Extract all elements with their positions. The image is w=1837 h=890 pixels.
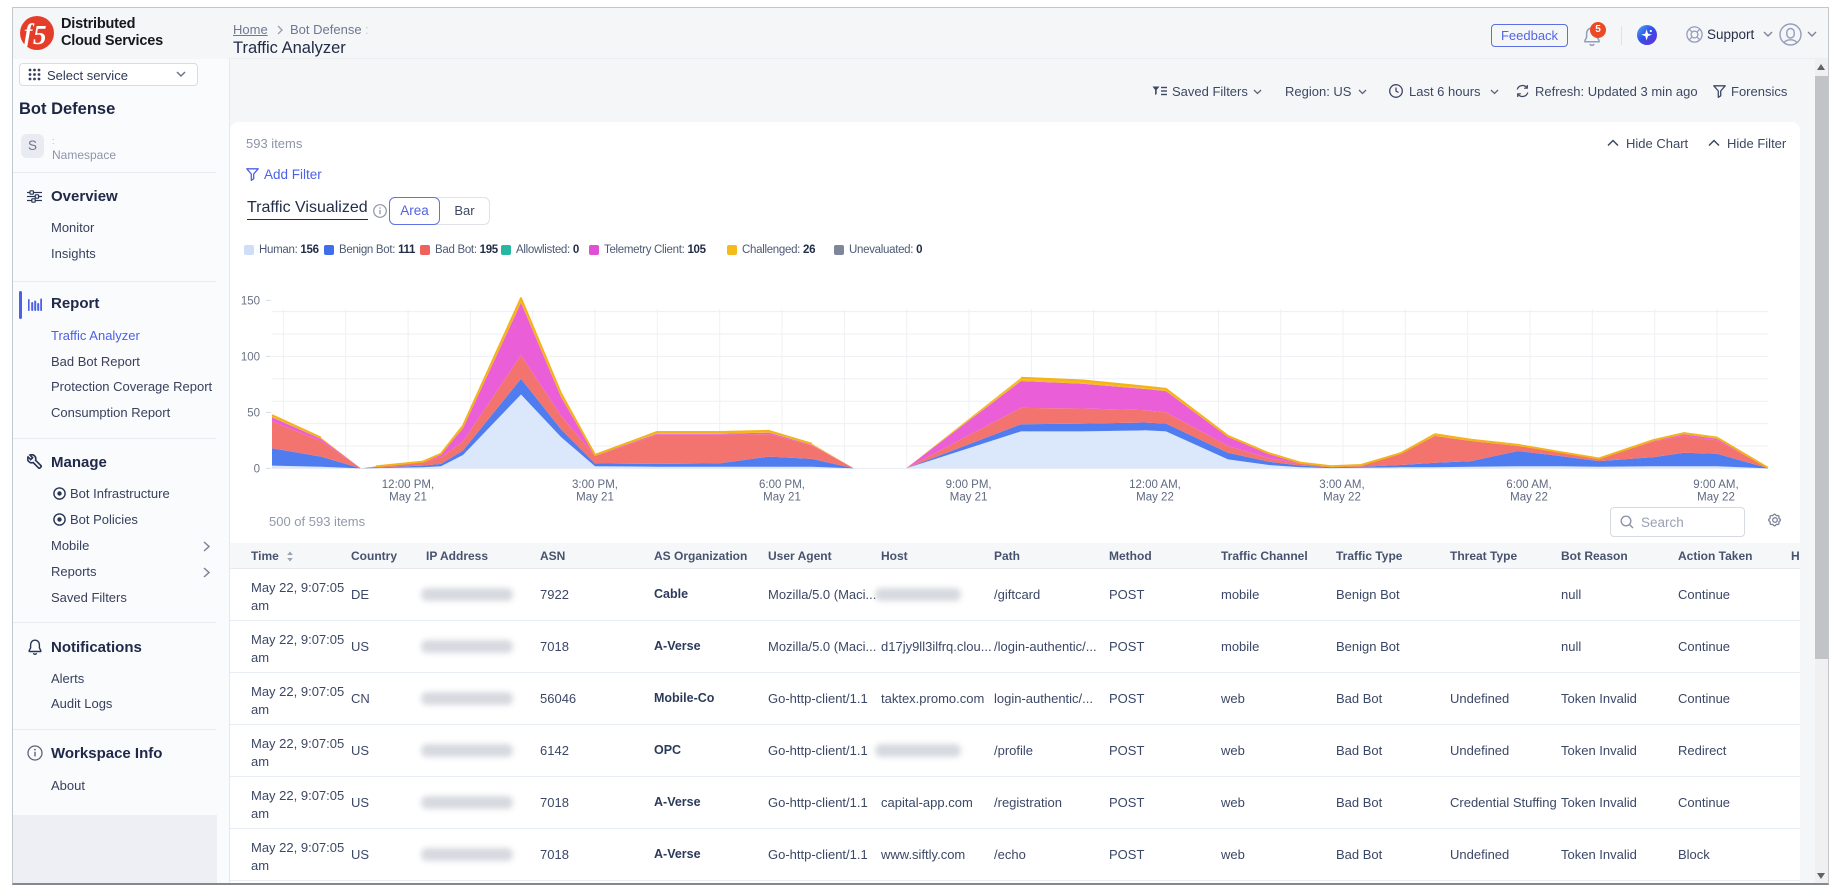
svg-text:May 22: May 22 — [1323, 492, 1361, 504]
svg-text:6:00 PM,: 6:00 PM, — [759, 479, 805, 491]
svg-text:5: 5 — [33, 20, 47, 50]
svg-text:May 22: May 22 — [1136, 492, 1174, 504]
svg-text:May 22: May 22 — [1697, 492, 1735, 504]
svg-text:50: 50 — [247, 407, 260, 419]
svg-text:9:00 AM,: 9:00 AM, — [1693, 479, 1738, 491]
svg-text:6:00 AM,: 6:00 AM, — [1506, 479, 1551, 491]
svg-text:3:00 AM,: 3:00 AM, — [1319, 479, 1364, 491]
svg-text:12:00 AM,: 12:00 AM, — [1129, 479, 1181, 491]
svg-text:May 22: May 22 — [1510, 492, 1548, 504]
svg-text:May 21: May 21 — [950, 492, 988, 504]
svg-text:May 21: May 21 — [576, 492, 614, 504]
svg-text:May 21: May 21 — [389, 492, 427, 504]
svg-text:12:00 PM,: 12:00 PM, — [382, 479, 434, 491]
svg-text:9:00 PM,: 9:00 PM, — [946, 479, 992, 491]
svg-text:May 21: May 21 — [763, 492, 801, 504]
svg-text:0: 0 — [254, 463, 260, 475]
svg-text:150: 150 — [241, 295, 260, 307]
svg-text:3:00 PM,: 3:00 PM, — [572, 479, 618, 491]
svg-text:100: 100 — [241, 351, 260, 363]
